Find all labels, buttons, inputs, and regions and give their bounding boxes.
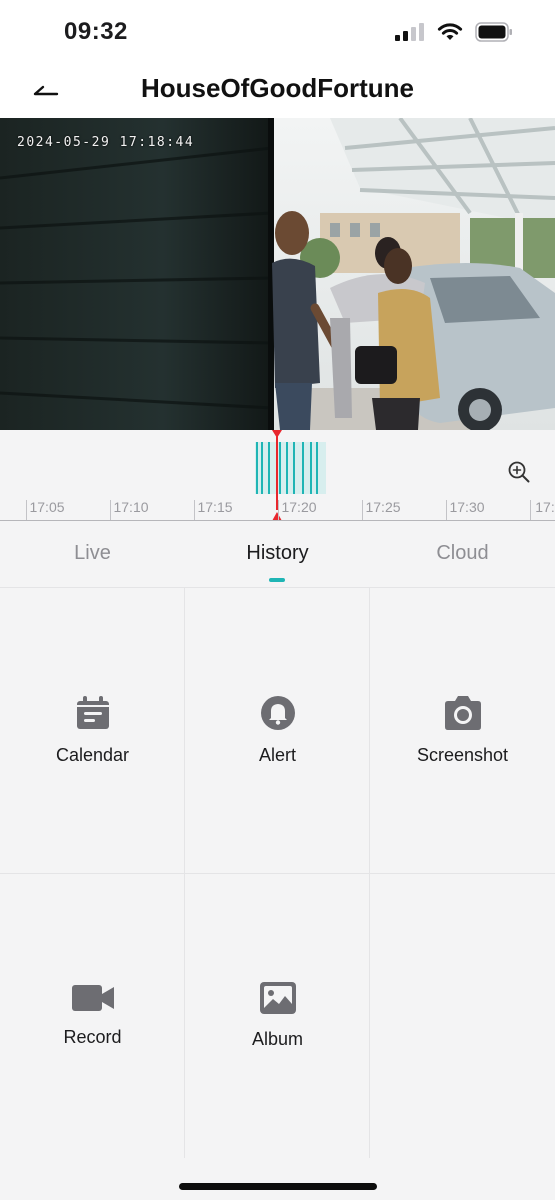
timeline-tick-label: 17:30 bbox=[449, 499, 485, 515]
calendar-button[interactable]: Calendar bbox=[0, 588, 185, 873]
video-timestamp: 2024-05-29 17:18:44 bbox=[17, 135, 195, 150]
tick-mark bbox=[26, 500, 27, 520]
tick-mark bbox=[446, 500, 447, 520]
camera-video-view[interactable]: 2024-05-29 17:18:44 bbox=[0, 118, 555, 430]
cellular-signal-icon bbox=[395, 23, 424, 41]
tick-mark bbox=[278, 500, 279, 520]
video-camera-icon bbox=[71, 985, 114, 1011]
history-timeline[interactable]: 17:05 17:10 17:15 17:20 17:25 17:30 17: bbox=[0, 430, 555, 522]
zoom-in-icon bbox=[508, 461, 530, 483]
status-time: 09:32 bbox=[64, 18, 128, 45]
tab-history[interactable]: History bbox=[185, 542, 370, 565]
bell-icon bbox=[260, 696, 295, 730]
timeline-tick-label: 17: bbox=[535, 499, 555, 515]
tab-cloud[interactable]: Cloud bbox=[370, 542, 555, 565]
wifi-icon bbox=[437, 23, 463, 40]
alert-label: Alert bbox=[258, 745, 296, 765]
zoom-in-button[interactable] bbox=[507, 460, 531, 484]
timeline-tick-label: 17:20 bbox=[281, 499, 317, 515]
record-label: Record bbox=[63, 1027, 122, 1047]
battery-icon bbox=[475, 22, 512, 42]
timeline-baseline bbox=[0, 520, 555, 521]
bottom-area bbox=[0, 1158, 555, 1200]
camera-frame-image bbox=[0, 118, 555, 430]
calendar-icon bbox=[76, 696, 109, 729]
image-icon bbox=[259, 982, 296, 1014]
screenshot-button[interactable]: Screenshot bbox=[370, 588, 555, 873]
camera-icon bbox=[444, 696, 481, 730]
album-label: Album bbox=[251, 1029, 304, 1049]
record-button[interactable]: Record bbox=[0, 873, 185, 1158]
tick-mark bbox=[362, 500, 363, 520]
album-button[interactable]: Album bbox=[185, 873, 370, 1158]
calendar-label: Calendar bbox=[55, 745, 130, 765]
active-tab-indicator bbox=[269, 578, 285, 582]
timeline-tick-label: 17:15 bbox=[197, 499, 233, 515]
status-bar: 09:32 bbox=[0, 0, 555, 62]
timeline-tick-label: 17:25 bbox=[365, 499, 401, 515]
alert-button[interactable]: Alert bbox=[185, 588, 370, 873]
page-title: HouseOfGoodFortune bbox=[141, 73, 414, 103]
home-indicator[interactable] bbox=[179, 1183, 377, 1190]
tick-mark bbox=[110, 500, 111, 520]
status-icons bbox=[395, 22, 513, 42]
screenshot-label: Screenshot bbox=[416, 745, 509, 765]
history-actions-grid: Calendar Alert Screenshot Record Album bbox=[0, 588, 555, 1158]
timeline-tick-label: 17:05 bbox=[29, 499, 65, 515]
tick-mark bbox=[530, 500, 531, 520]
nav-bar: HouseOfGoodFortune bbox=[0, 62, 555, 118]
timeline-tick-label: 17:10 bbox=[113, 499, 149, 515]
tick-mark bbox=[194, 500, 195, 520]
tab-live[interactable]: Live bbox=[0, 542, 185, 565]
